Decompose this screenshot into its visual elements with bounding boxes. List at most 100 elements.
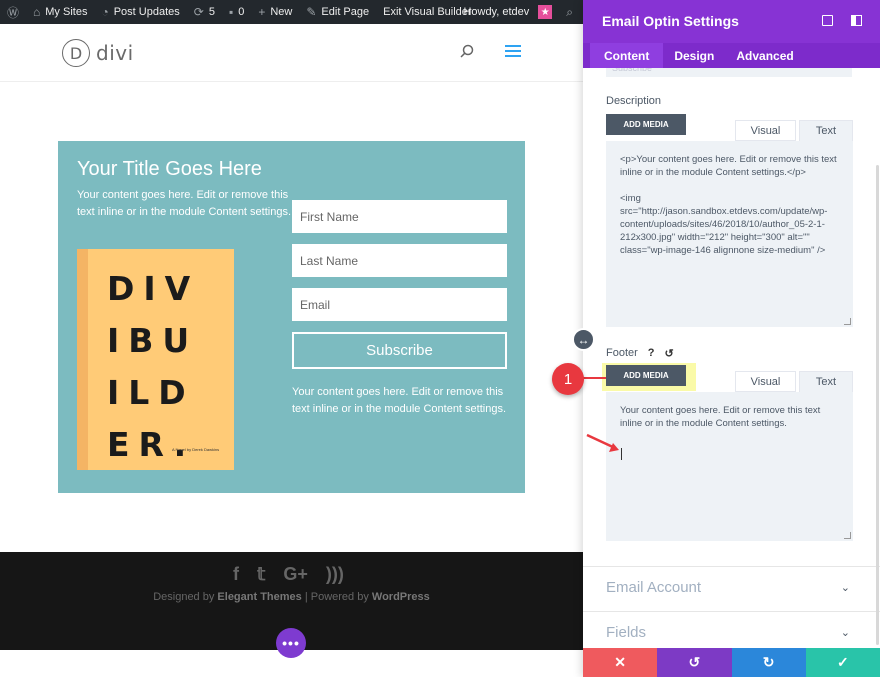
refresh-icon: ⟳ bbox=[193, 5, 204, 19]
edit-page-label: Edit Page bbox=[321, 6, 370, 18]
post-updates-label: Post Updates bbox=[113, 6, 180, 18]
comments-count: 0 bbox=[238, 6, 245, 18]
panel-scrollbar[interactable] bbox=[876, 165, 879, 645]
step-badge: 1 bbox=[552, 363, 584, 395]
account-menu[interactable]: Howdy, etdev ★ bbox=[456, 0, 559, 24]
credits-mid: | Powered by bbox=[301, 591, 372, 603]
updates-count: 5 bbox=[208, 6, 215, 18]
footer-text-tab[interactable]: Text bbox=[799, 371, 853, 392]
email-optin-module[interactable]: Your Title Goes Here Your content goes h… bbox=[58, 141, 525, 493]
resize-grip-icon[interactable] bbox=[844, 318, 851, 325]
my-sites-link[interactable]: ⌂ My Sites bbox=[26, 0, 94, 24]
fields-section[interactable]: Fields ⌄ bbox=[583, 611, 880, 648]
undo-button[interactable]: ↺ bbox=[657, 648, 732, 677]
tab-design[interactable]: Design bbox=[663, 43, 725, 68]
footer-add-media-button[interactable]: ADD MEDIA bbox=[606, 365, 686, 386]
email-account-label: Email Account bbox=[606, 579, 702, 596]
last-name-field[interactable]: Last Name bbox=[292, 244, 507, 277]
chevron-down-icon: ⌄ bbox=[840, 582, 850, 594]
chevron-down-icon: ⌄ bbox=[840, 627, 850, 639]
redo-button[interactable]: ↻ bbox=[731, 648, 806, 677]
site-header: D divi bbox=[0, 24, 583, 82]
panel-tabs: Content Design Advanced bbox=[583, 43, 880, 68]
step-connector bbox=[582, 377, 606, 379]
updates-link[interactable]: ⟳ 5 bbox=[187, 0, 222, 24]
new-link[interactable]: + New bbox=[251, 0, 299, 24]
discard-button[interactable]: ✕ bbox=[583, 648, 658, 677]
wordpress-logo[interactable]: Ⓦ bbox=[0, 0, 26, 24]
home-icon: ⌂ bbox=[33, 5, 41, 19]
edit-page-link[interactable]: ✎ Edit Page bbox=[299, 0, 376, 24]
rss-icon[interactable]: ))) bbox=[326, 564, 344, 585]
footer-editor[interactable]: Your content goes here. Edit or remove t… bbox=[606, 392, 853, 541]
book-cover-image: DIV IBU ILD ER. A Novel by Derek Dawkins bbox=[77, 249, 234, 470]
help-icon[interactable]: ? bbox=[648, 347, 655, 360]
action-bar: ✕ ↺ ↻ ✓ bbox=[583, 648, 880, 677]
add-media-button[interactable]: ADD MEDIA bbox=[606, 114, 686, 135]
panel-resize-handle-icon[interactable]: ↔ bbox=[572, 328, 595, 351]
google-plus-icon[interactable]: G+ bbox=[283, 564, 308, 585]
optin-footer-text[interactable]: Your content goes here. Edit or remove t… bbox=[292, 384, 512, 418]
sidebar-toggle-icon[interactable] bbox=[851, 15, 862, 26]
email-account-section[interactable]: Email Account ⌄ bbox=[583, 566, 880, 610]
fields-label: Fields bbox=[606, 624, 647, 641]
search-icon: ⌕ bbox=[566, 4, 573, 19]
optin-description[interactable]: Your content goes here. Edit or remove t… bbox=[77, 187, 292, 221]
footer-visual-tab[interactable]: Visual bbox=[735, 371, 796, 392]
book-line: ILD bbox=[107, 373, 195, 412]
save-button[interactable]: ✓ bbox=[805, 648, 880, 677]
close-icon: ✕ bbox=[614, 654, 626, 670]
plus-icon: + bbox=[258, 5, 266, 19]
fullscreen-icon[interactable] bbox=[822, 15, 833, 26]
elegant-themes-link[interactable]: Elegant Themes bbox=[217, 591, 301, 603]
footer-label-text: Footer bbox=[606, 347, 638, 359]
search-icon[interactable] bbox=[460, 44, 474, 58]
dashboard-icon: ◔ bbox=[101, 5, 109, 19]
visual-tab[interactable]: Visual bbox=[735, 120, 796, 141]
book-line: IBU bbox=[107, 321, 199, 360]
check-icon: ✓ bbox=[837, 654, 849, 670]
facebook-icon[interactable]: f bbox=[233, 564, 239, 585]
post-updates-link[interactable]: ◔ Post Updates bbox=[94, 0, 186, 24]
pencil-icon: ✎ bbox=[306, 5, 317, 19]
panel-header: Email Optin Settings bbox=[583, 0, 880, 43]
tab-content[interactable]: Content bbox=[590, 43, 664, 68]
text-tab[interactable]: Text bbox=[799, 120, 853, 141]
howdy-label: Howdy, etdev bbox=[463, 6, 530, 18]
social-icons: f 𝕥 G+ ))) bbox=[233, 564, 344, 585]
book-spine bbox=[77, 249, 88, 470]
book-line: DIV bbox=[107, 269, 200, 308]
admin-search[interactable]: ⌕ bbox=[559, 0, 580, 24]
book-tagline: A Novel by Derek Dawkins bbox=[172, 447, 220, 452]
comment-icon: ▪ bbox=[228, 5, 234, 19]
wordpress-link[interactable]: WordPress bbox=[372, 591, 430, 603]
new-label: New bbox=[270, 6, 293, 18]
avatar: ★ bbox=[538, 5, 553, 19]
settings-panel: Email Optin Settings Content Design Adva… bbox=[583, 0, 880, 677]
description-code: <p>Your content goes here. Edit or remov… bbox=[620, 154, 837, 256]
panel-body: Subscribe Description ADD MEDIA Visual T… bbox=[583, 68, 880, 648]
annotation-arrow-icon bbox=[586, 433, 619, 452]
tab-advanced[interactable]: Advanced bbox=[725, 43, 804, 68]
footer-label: Footer? ↺ bbox=[606, 347, 674, 360]
my-sites-label: My Sites bbox=[45, 6, 88, 18]
wordpress-icon: Ⓦ bbox=[7, 5, 20, 20]
email-field[interactable]: Email bbox=[292, 288, 507, 321]
site-logo[interactable]: D divi bbox=[62, 39, 134, 67]
undo-icon: ↺ bbox=[688, 654, 701, 670]
comments-link[interactable]: ▪ 0 bbox=[222, 0, 251, 24]
hamburger-menu-icon[interactable] bbox=[505, 45, 521, 57]
text-cursor bbox=[621, 448, 622, 460]
book-title: DIV IBU ILD ER. bbox=[107, 263, 199, 471]
subscribe-button[interactable]: Subscribe bbox=[292, 332, 507, 369]
builder-menu-button[interactable]: ••• bbox=[276, 628, 306, 658]
twitter-icon[interactable]: 𝕥 bbox=[257, 564, 265, 585]
optin-title[interactable]: Your Title Goes Here bbox=[77, 158, 262, 181]
button-text-field[interactable]: Subscribe bbox=[606, 68, 852, 77]
first-name-field[interactable]: First Name bbox=[292, 200, 507, 233]
description-editor[interactable]: <p>Your content goes here. Edit or remov… bbox=[606, 141, 853, 327]
resize-grip-icon[interactable] bbox=[844, 532, 851, 539]
logo-mark: D bbox=[62, 39, 90, 67]
footer-editor-content: Your content goes here. Edit or remove t… bbox=[620, 405, 823, 429]
reset-icon[interactable]: ↺ bbox=[665, 347, 674, 360]
